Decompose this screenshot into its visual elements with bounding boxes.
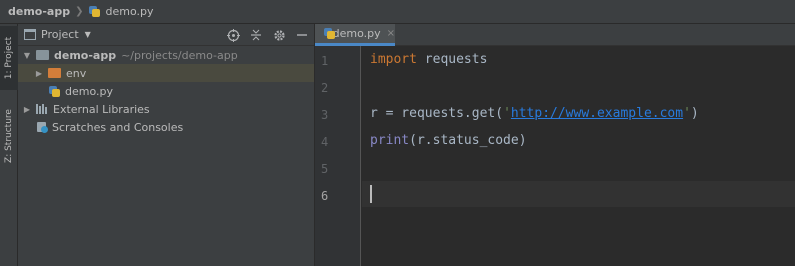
line-number: 1	[321, 54, 329, 68]
close-icon[interactable]: ×	[387, 28, 395, 39]
tree-item-env[interactable]: ▶ env	[18, 64, 314, 82]
line-number: 2	[321, 81, 329, 95]
project-view-icon	[24, 29, 36, 40]
breadcrumb-project[interactable]: demo-app	[8, 5, 70, 18]
code-text: r = requests.get(	[370, 106, 504, 121]
library-icon	[36, 104, 48, 114]
collapse-all-icon[interactable]	[248, 27, 264, 43]
tab-project-tool-label: 1: Project	[4, 36, 15, 80]
chevron-down-icon[interactable]: ▼	[85, 30, 91, 39]
project-tree: ▼ demo-app ~/projects/demo-app ▶ env dem…	[18, 46, 314, 136]
tree-root-label: demo-app	[54, 48, 117, 62]
breadcrumb-separator-icon: ❯	[75, 6, 84, 17]
code-editor[interactable]: import requests r = requests.get('http:/…	[362, 46, 795, 266]
excluded-folder-icon	[48, 68, 61, 78]
tree-external-libraries-label: External Libraries	[53, 102, 150, 116]
builtin-print: print	[370, 133, 410, 148]
code-line-1: import requests	[370, 52, 487, 67]
current-line-highlight	[362, 181, 795, 207]
tree-item-root[interactable]: ▼ demo-app ~/projects/demo-app	[18, 46, 314, 64]
chevron-right-icon[interactable]: ▶	[34, 69, 44, 78]
line-number: 3	[321, 108, 329, 122]
code-line-4: print(r.status_code)	[370, 133, 527, 148]
string-quote: '	[683, 106, 691, 121]
chevron-right-icon[interactable]: ▶	[22, 105, 32, 114]
string-quote: '	[503, 106, 511, 121]
tab-structure-tool[interactable]: Z: Structure	[0, 96, 18, 176]
navigation-bar: demo-app ❯ demo.py	[0, 0, 795, 24]
tab-structure-tool-label: Z: Structure	[4, 109, 14, 163]
line-number: 4	[321, 135, 329, 149]
hide-panel-icon[interactable]	[294, 27, 310, 43]
chevron-down-icon[interactable]: ▼	[22, 51, 32, 60]
project-panel-header: Project ▼	[18, 24, 314, 46]
project-panel-title[interactable]: Project	[41, 28, 79, 41]
python-file-icon	[323, 27, 335, 40]
tab-demo-py-label: demo.py	[332, 27, 381, 40]
line-number-gutter: 1 2 3 4 5 6	[315, 46, 361, 266]
tree-item-external-libraries[interactable]: ▶ External Libraries	[18, 100, 314, 118]
editor-tab-bar: demo.py ×	[315, 24, 795, 46]
line-number-current: 6	[321, 189, 329, 203]
tree-item-scratches[interactable]: Scratches and Consoles	[18, 118, 314, 136]
python-file-icon	[88, 5, 101, 18]
tab-demo-py[interactable]: demo.py ×	[315, 24, 395, 46]
url-link[interactable]: http://www.example.com	[511, 106, 683, 121]
scratches-icon	[36, 121, 48, 133]
tree-env-label: env	[66, 66, 87, 80]
tree-root-path: ~/projects/demo-app	[121, 48, 238, 62]
code-text: )	[690, 106, 699, 121]
gear-icon[interactable]	[271, 27, 287, 43]
tree-demo-label: demo.py	[65, 84, 113, 98]
code-text: (r.status_code)	[409, 133, 527, 148]
tab-project-tool[interactable]: 1: Project	[0, 26, 18, 90]
tree-scratches-label: Scratches and Consoles	[52, 120, 184, 134]
breadcrumb-file-label: demo.py	[105, 5, 154, 18]
code-text: requests	[416, 52, 488, 67]
project-panel: Project ▼ ▼ demo-app ~/projects/demo-app	[18, 24, 315, 266]
line-number: 5	[321, 162, 329, 176]
code-line-3: r = requests.get('http://www.example.com…	[370, 106, 699, 121]
locate-icon[interactable]	[225, 27, 241, 43]
folder-icon	[36, 50, 49, 60]
text-cursor	[370, 185, 372, 203]
left-tool-strip: 1: Project Z: Structure	[0, 24, 18, 266]
breadcrumb-file[interactable]: demo.py	[88, 5, 153, 18]
python-file-icon	[48, 85, 61, 98]
keyword-import: import	[370, 52, 417, 67]
tree-item-demo-py[interactable]: demo.py	[18, 82, 314, 100]
